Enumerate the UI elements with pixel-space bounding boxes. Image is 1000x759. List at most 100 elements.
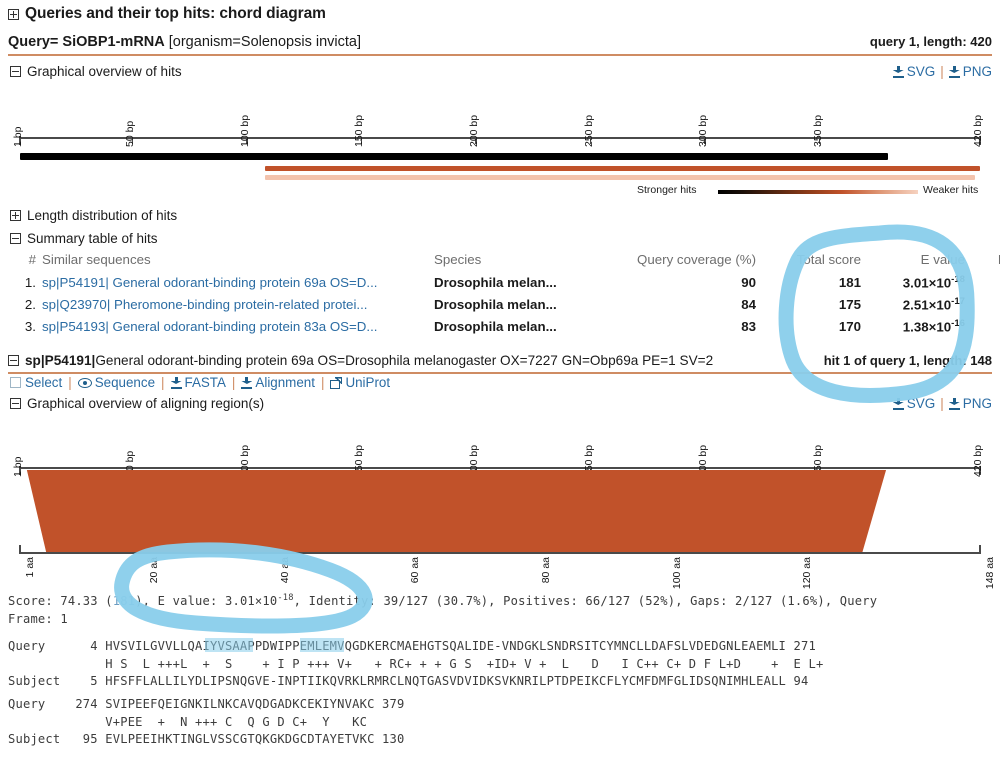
ruler-tick-label: 420 bp <box>972 444 984 477</box>
divider-query <box>8 54 992 56</box>
sequence-link[interactable]: Sequence <box>95 375 155 390</box>
download-png-link[interactable]: PNG <box>963 396 992 411</box>
cell-total-score: 170 <box>838 319 861 335</box>
external-link-icon <box>330 377 343 389</box>
section-length-distribution[interactable]: Length distribution of hits <box>10 208 177 223</box>
link-separator: | <box>161 375 165 390</box>
alignment-midline: V+PEE + N +++ C Q G D C+ Y KC <box>8 714 368 729</box>
ruler-tick-label: 250 bp <box>582 114 595 147</box>
pen-highlight-query-2 <box>300 638 344 652</box>
select-label[interactable]: Select <box>25 375 62 390</box>
cell-evalue: 3.01×10-18 <box>902 274 965 291</box>
alignment-block-2: Query 274 SVIPEEFQEIGNKILNKCAVQDGADKCEKI… <box>8 696 405 749</box>
hit-bar[interactable] <box>265 166 980 171</box>
download-svg-link[interactable]: SVG <box>907 64 936 79</box>
ruler-tick-label: 148 aa <box>984 557 996 590</box>
collapse-icon[interactable] <box>10 398 21 409</box>
alignment-link[interactable]: Alignment <box>255 375 315 390</box>
hit-bar[interactable] <box>265 175 976 180</box>
cell-num: 1. <box>24 275 36 291</box>
ruler-tick-label: 1 bp <box>12 456 24 477</box>
alignment-block-1: Query 4 HVSVILGVVLLQAIYVSAAPPDWIPPEMLEMV… <box>8 638 823 691</box>
query-line: Query= SiOBP1-mRNA [organism=Solenopsis … <box>8 34 992 50</box>
hit-bar[interactable] <box>20 153 889 160</box>
ruler-tick-label: 50 bp <box>124 120 137 147</box>
ruler-tick-label: 120 aa <box>801 557 814 590</box>
alignment-polygon <box>26 470 887 552</box>
cell-coverage: 90 <box>741 275 756 291</box>
cell-num: 3. <box>24 319 36 335</box>
pen-highlight-query-1 <box>205 638 253 652</box>
ruler-tick <box>979 545 981 554</box>
evalue-exponent: -18 <box>951 274 965 285</box>
cell-num: 2. <box>24 297 36 313</box>
cell-species: Drosophila melan... <box>434 297 557 313</box>
cell-sequence-link[interactable]: sp|P54193| General odorant-binding prote… <box>42 319 434 334</box>
cell-sequence-link[interactable]: sp|P54191| General odorant-binding prote… <box>42 275 434 290</box>
section-aligning-regions-label: Graphical overview of aligning region(s) <box>27 396 265 411</box>
alignment-midline: H S L +++L + S + I P +++ V+ + RC+ + + G … <box>8 656 824 671</box>
uniprot-link[interactable]: UniProt <box>345 375 390 390</box>
eye-icon <box>77 378 92 388</box>
download-icon <box>948 66 960 78</box>
section-chord-diagram-label: Queries and their top hits: chord diagra… <box>25 5 326 22</box>
ruler-tick-label: 60 aa <box>409 557 422 584</box>
section-chord-diagram[interactable]: Queries and their top hits: chord diagra… <box>8 5 326 23</box>
col-header-num: # <box>28 252 36 267</box>
cell-species: Drosophila melan... <box>434 319 557 335</box>
table-row[interactable]: 1. sp|P54191| General odorant-binding pro… <box>10 274 992 296</box>
section-summary-table[interactable]: Summary table of hits <box>10 231 158 246</box>
collapse-icon[interactable] <box>8 355 19 366</box>
ruler-tick-label: 100 bp <box>238 444 251 477</box>
score-mid: ), E value: 3.01×10 <box>135 594 278 609</box>
ruler-tick-label: 100 aa <box>670 557 683 590</box>
legend-gradient <box>718 190 918 194</box>
score-line: Score: 74.33 (181), E value: 3.01×10-18,… <box>8 590 998 628</box>
download-png-link[interactable]: PNG <box>963 64 992 79</box>
ruler-tick-label: 40 aa <box>278 557 291 584</box>
cell-sequence-link[interactable]: sp|Q23970| Pheromone-binding protein-rel… <box>42 297 434 312</box>
link-separator: | <box>940 64 944 79</box>
ruler-tick-label: 150 bp <box>353 114 366 147</box>
cell-identity: 28 <box>965 297 1000 312</box>
section-length-distribution-label: Length distribution of hits <box>27 208 178 223</box>
collapse-icon[interactable] <box>10 233 21 244</box>
collapse-icon[interactable] <box>10 66 21 77</box>
hit-accession: sp|P54191| <box>25 353 96 368</box>
section-aligning-regions[interactable]: Graphical overview of aligning region(s) <box>10 396 264 411</box>
ruler-tick <box>19 545 21 554</box>
select-checkbox[interactable] <box>10 377 21 388</box>
ruler-tick-label: 300 bp <box>697 444 710 477</box>
fasta-link[interactable]: FASTA <box>185 375 226 390</box>
query-name: SiOBP1-mRNA <box>62 34 165 50</box>
col-header-sequences: Similar sequences <box>42 252 151 267</box>
ruler-tick-label: 300 bp <box>697 114 710 147</box>
table-row[interactable]: 2. sp|Q23970| Pheromone-binding protein-r… <box>10 296 992 318</box>
section-graphical-overview[interactable]: Graphical overview of hits <box>10 64 182 79</box>
alignment-subject-line: Subject 95 EVLPEEIHKTINGLVSSCGTQKGKDGCDT… <box>8 732 405 746</box>
cell-species: Drosophila melan... <box>434 275 557 291</box>
hit-action-links[interactable]: Select | Sequence | FASTA | Alignment | UniProt <box>10 375 390 390</box>
col-header-evalue: E value <box>920 252 965 267</box>
download-links-overview[interactable]: SVG | PNG <box>892 64 992 79</box>
download-links-alignment[interactable]: SVG | PNG <box>892 396 992 411</box>
col-header-species: Species <box>434 252 482 267</box>
alignment-query-line: Query 4 HVSVILGVVLLQAIYVSAAPPDWIPPEMLEMV… <box>8 639 816 653</box>
cell-identity: 30 <box>965 275 1000 290</box>
cell-total-score: 175 <box>838 297 861 313</box>
table-row[interactable]: 3. sp|P54193| General odorant-binding pro… <box>10 318 992 340</box>
expand-icon[interactable] <box>10 210 21 221</box>
query-organism: [organism=Solenopsis invicta] <box>168 34 361 50</box>
score-bits: 181 <box>112 594 136 609</box>
score-frame: Frame: 1 <box>8 611 68 626</box>
table-body: 1. sp|P54191| General odorant-binding pro… <box>10 274 992 340</box>
ruler-tick-label: 100 bp <box>238 114 251 147</box>
blast-results-page: Queries and their top hits: chord diagra… <box>0 0 1000 759</box>
ruler-tick <box>796 545 798 552</box>
cell-evalue: 2.51×10-17 <box>902 296 965 313</box>
hit-detail-header[interactable]: sp|P54191| General odorant-binding prote… <box>8 353 992 368</box>
download-svg-link[interactable]: SVG <box>907 396 936 411</box>
score-exponent: -18 <box>277 593 294 603</box>
ruler-tick-label: 200 bp <box>467 114 480 147</box>
expand-icon[interactable] <box>8 8 19 20</box>
